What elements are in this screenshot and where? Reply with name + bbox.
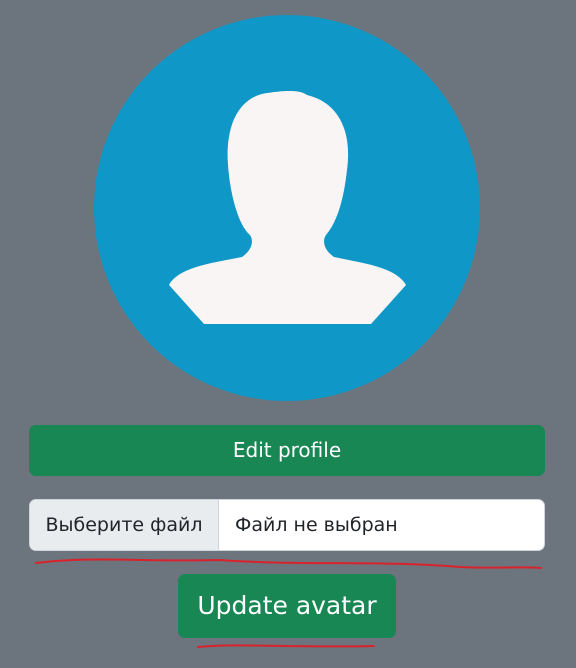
avatar-file-input[interactable]: Выберите файл Файл не выбран xyxy=(29,499,545,551)
update-avatar-button[interactable]: Update avatar xyxy=(178,574,396,638)
edit-profile-button[interactable]: Edit profile xyxy=(29,425,545,476)
file-input-underline xyxy=(35,558,542,569)
user-silhouette-icon xyxy=(94,15,480,401)
choose-file-button[interactable]: Выберите файл xyxy=(30,500,219,550)
avatar-image xyxy=(94,15,480,401)
update-button-underline xyxy=(197,644,375,648)
file-status-text: Файл не выбран xyxy=(235,514,398,536)
